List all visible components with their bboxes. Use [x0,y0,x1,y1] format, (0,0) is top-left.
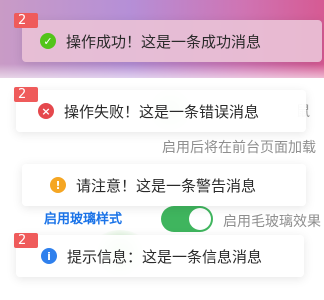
toast-info[interactable]: i 提示信息：这是一条信息消息 [16,235,304,277]
close-circle-icon: × [38,103,54,119]
glass-style-label: 启用玻璃样式 [44,212,123,227]
glass-style-toggle[interactable] [161,206,213,232]
info-circle-icon: i [41,248,57,264]
toast-message: 请注意！这是一条警告消息 [76,176,257,195]
setting-hint-text: 启用后将在前台页面加载 [162,140,316,156]
glass-style-description: 启用毛玻璃效果 [223,214,321,230]
toggle-knob [189,208,211,230]
toast-message: 提示信息：这是一条信息消息 [67,247,263,266]
toast-error[interactable]: × 操作失败！这是一条错误消息 [16,90,306,132]
toast-count-badge: 2 [14,233,38,248]
toast-message: 操作成功！这是一条成功消息 [66,32,262,51]
header-fade [0,64,324,88]
toast-count-badge: 2 [14,13,38,28]
warning-circle-icon: ! [50,177,66,193]
toast-warning[interactable]: ! 请注意！这是一条警告消息 [22,164,306,206]
toast-success[interactable]: ✓ 操作成功！这是一条成功消息 [22,20,322,62]
toast-message: 操作失败！这是一条错误消息 [64,102,260,121]
toast-count-badge: 2 [14,87,38,102]
check-circle-icon: ✓ [40,33,56,49]
